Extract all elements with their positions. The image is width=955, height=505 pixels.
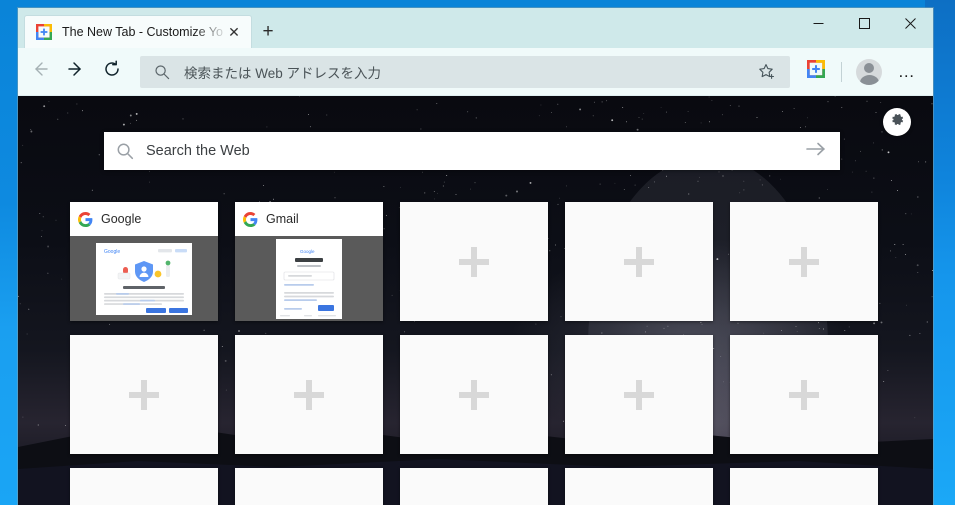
plus-icon [789, 379, 819, 410]
reload-button[interactable] [94, 54, 130, 90]
tile-empty-13[interactable] [400, 468, 548, 505]
tile-empty-7[interactable] [235, 335, 383, 454]
svg-text:Google: Google [300, 249, 315, 254]
tile-header: Gmail [235, 202, 383, 236]
tile-label: Gmail [266, 212, 299, 226]
tile-label: Google [101, 212, 142, 226]
tile-gmail[interactable]: Gmail Google [235, 202, 383, 321]
back-button[interactable] [22, 54, 58, 90]
tile-empty-12[interactable] [235, 468, 383, 505]
tile-empty-5[interactable] [730, 202, 878, 321]
tile-empty-9[interactable] [565, 335, 713, 454]
tile-empty-10[interactable] [730, 335, 878, 454]
tile-empty-15[interactable] [730, 468, 878, 505]
plus-icon [624, 246, 654, 277]
plus-icon [459, 246, 489, 277]
shortcut-tile-grid: Google Google Gmail Google [70, 202, 878, 505]
search-submit-button[interactable] [792, 141, 840, 162]
reload-icon [103, 60, 121, 83]
search-icon [140, 64, 184, 80]
tile-empty-4[interactable] [565, 202, 713, 321]
page-search-box[interactable]: Search the Web [104, 132, 840, 170]
close-button[interactable] [887, 8, 933, 39]
forward-button[interactable] [58, 54, 94, 90]
new-tab-button[interactable]: + [252, 15, 284, 48]
page-settings-button[interactable] [883, 108, 911, 136]
extension-button[interactable] [798, 54, 834, 90]
minimize-button[interactable] [795, 8, 841, 39]
account-avatar-icon [856, 58, 882, 85]
more-settings-button[interactable]: … [889, 54, 925, 90]
tile-empty-11[interactable] [70, 468, 218, 505]
google-plus-square-icon [807, 60, 826, 83]
ellipsis-icon: … [897, 61, 917, 81]
back-arrow-icon [31, 60, 49, 83]
google-g-icon [78, 211, 93, 227]
tab-strip: The New Tab - Customize Your S ✕ + [18, 8, 284, 48]
forward-arrow-icon [67, 60, 85, 83]
svg-text:Google: Google [104, 249, 120, 255]
tile-thumbnail-google: Google [70, 236, 218, 321]
title-bar: The New Tab - Customize Your S ✕ + [18, 8, 933, 48]
tile-header: Google [70, 202, 218, 236]
tile-google[interactable]: Google Google [70, 202, 218, 321]
tile-empty-6[interactable] [70, 335, 218, 454]
plus-icon [789, 246, 819, 277]
maximize-button[interactable] [841, 8, 887, 39]
tab-title: The New Tab - Customize Your S [62, 25, 223, 39]
page-search-input[interactable]: Search the Web [146, 143, 792, 159]
address-bar[interactable]: 検索または Web アドレスを入力 [140, 55, 790, 88]
tile-empty-8[interactable] [400, 335, 548, 454]
google-g-icon [243, 211, 258, 227]
arrow-right-icon [806, 141, 826, 162]
profile-button[interactable] [851, 54, 887, 90]
gear-icon [890, 112, 905, 132]
google-plus-square-icon [36, 24, 53, 41]
browser-window: The New Tab - Customize Your S ✕ + [18, 8, 933, 505]
plus-icon [459, 379, 489, 410]
tile-thumbnail-gmail: Google [235, 236, 383, 321]
plus-icon [129, 379, 159, 410]
tile-empty-3[interactable] [400, 202, 548, 321]
search-icon [104, 142, 146, 160]
favorite-star-icon[interactable] [749, 57, 785, 87]
window-controls [795, 8, 933, 48]
new-tab-page: Search the Web Google Google Gmail Googl… [18, 96, 933, 505]
plus-icon [294, 379, 324, 410]
toolbar-divider [841, 61, 842, 82]
tile-empty-14[interactable] [565, 468, 713, 505]
browser-toolbar: 検索または Web アドレスを入力 … [18, 48, 933, 96]
tab-close-button[interactable]: ✕ [223, 21, 245, 43]
plus-icon [624, 379, 654, 410]
address-input[interactable]: 検索または Web アドレスを入力 [184, 62, 749, 82]
tab-new-tab[interactable]: The New Tab - Customize Your S ✕ [24, 15, 252, 48]
